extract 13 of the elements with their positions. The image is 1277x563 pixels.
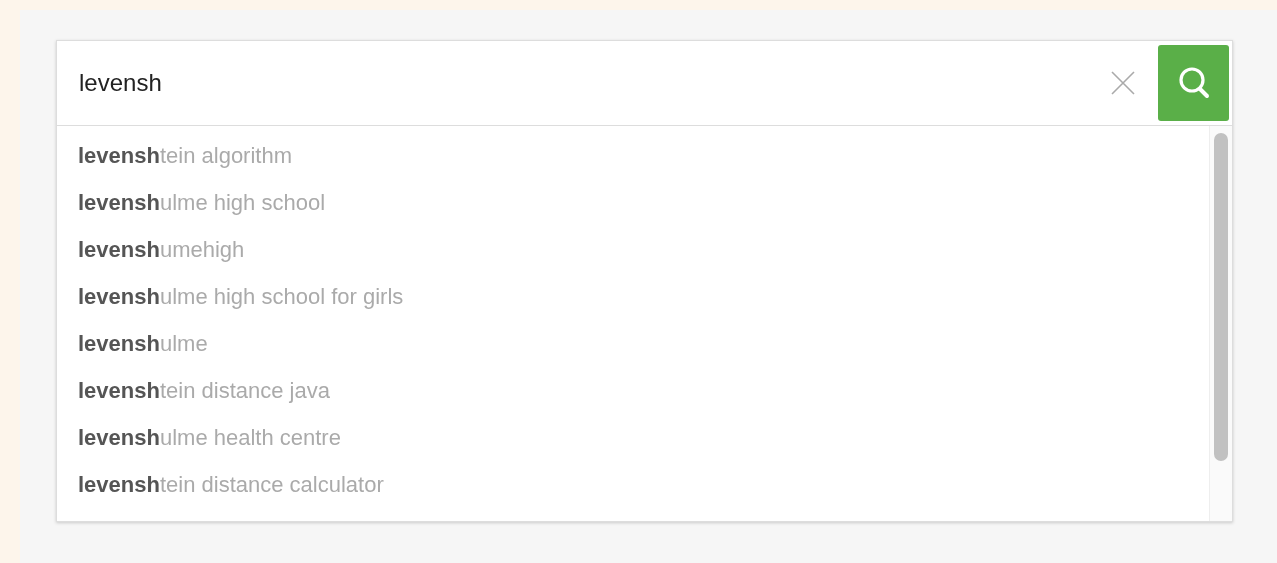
close-icon[interactable] — [1110, 70, 1136, 96]
search-field[interactable]: levensh — [79, 63, 1110, 103]
suggestion-item[interactable]: levenshulme health centre — [78, 424, 341, 471]
suggestion-item[interactable]: levenshulme high school for girls — [78, 283, 404, 330]
search-icon — [1176, 65, 1211, 101]
scrollbar[interactable] — [1209, 126, 1232, 521]
suggestion-item[interactable]: levenshumehigh — [78, 236, 245, 283]
suggestion-item[interactable]: levenshulme — [78, 330, 208, 377]
suggestion-item[interactable]: levenshtein distance calculator — [78, 471, 384, 518]
suggestion-item[interactable]: levenshtein distance java — [78, 377, 330, 424]
search-button[interactable] — [1158, 45, 1229, 121]
suggestion-item[interactable]: levenshtein algorithm — [78, 142, 292, 189]
suggestion-item[interactable]: levenshulme high school — [78, 189, 326, 236]
